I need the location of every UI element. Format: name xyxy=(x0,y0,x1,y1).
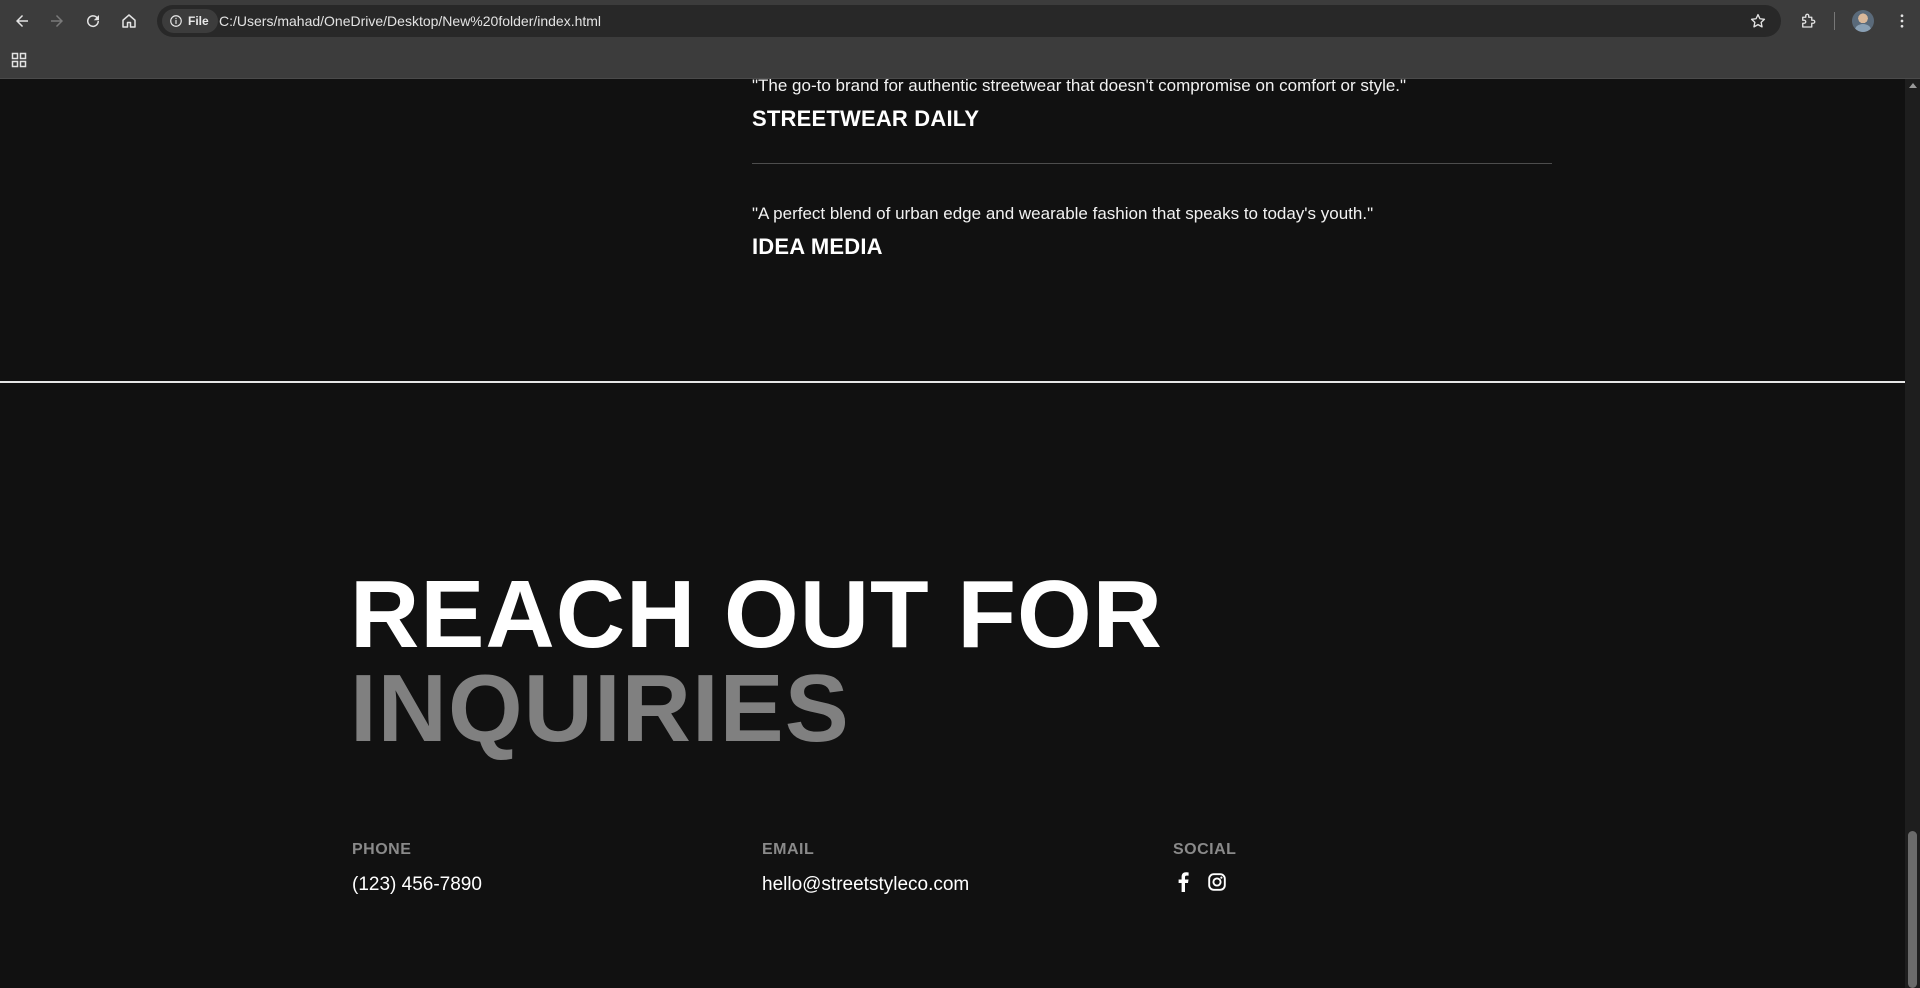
social-label: SOCIAL xyxy=(1173,841,1237,858)
arrow-right-icon xyxy=(51,15,63,27)
bookmark-star-button[interactable] xyxy=(1744,7,1772,35)
back-button[interactable] xyxy=(8,7,36,35)
testimonial-quote: "The go-to brand for authentic streetwea… xyxy=(752,79,1407,95)
site-chip-label: File xyxy=(188,14,209,28)
social-icons xyxy=(1173,871,1236,893)
contact-email: EMAIL hello@streetstyleco.com xyxy=(762,841,969,896)
profile-avatar[interactable] xyxy=(1852,10,1874,32)
reload-icon xyxy=(87,15,100,28)
info-icon xyxy=(170,15,182,27)
apps-grid-icon xyxy=(11,52,27,68)
scroll-up-arrow[interactable] xyxy=(1909,83,1917,88)
contact-social: SOCIAL xyxy=(1173,841,1236,893)
email-label: EMAIL xyxy=(762,841,815,858)
testimonial-item: "The go-to brand for authentic streetwea… xyxy=(752,79,1552,132)
address-bar[interactable]: File C:/Users/mahad/OneDrive/Desktop/New… xyxy=(157,5,1781,37)
page-viewport: "The go-to brand for authentic streetwea… xyxy=(0,79,1905,988)
home-button[interactable] xyxy=(115,7,143,35)
headline-line-primary: REACH OUT FOR xyxy=(350,561,1163,668)
testimonial-item: "A perfect blend of urban edge and weara… xyxy=(752,204,1552,260)
scrollbar-thumb[interactable] xyxy=(1908,831,1917,988)
home-icon xyxy=(122,14,136,28)
facebook-icon[interactable] xyxy=(1173,871,1193,893)
apps-button[interactable] xyxy=(8,49,30,71)
page-scrollbar[interactable] xyxy=(1905,79,1920,988)
toolbar-separator xyxy=(1834,12,1835,30)
extensions-button[interactable] xyxy=(1794,7,1822,35)
email-value[interactable]: hello@streetstyleco.com xyxy=(762,874,969,896)
forward-button[interactable] xyxy=(43,7,71,35)
arrow-left-icon xyxy=(16,15,28,27)
testimonial-quote: "A perfect blend of urban edge and weara… xyxy=(752,204,1374,223)
site-info-chip[interactable]: File xyxy=(162,9,218,33)
contact-headline: REACH OUT FOR INQUIRIES xyxy=(350,561,1163,762)
phone-label: PHONE xyxy=(352,841,412,858)
browser-toolbar: File C:/Users/mahad/OneDrive/Desktop/New… xyxy=(0,0,1920,42)
headline-line-secondary: INQUIRIES xyxy=(350,655,850,762)
bookmarks-bar xyxy=(0,42,1920,79)
more-vertical-icon xyxy=(1900,14,1904,28)
instagram-icon[interactable] xyxy=(1207,871,1227,893)
testimonial-divider xyxy=(752,163,1552,164)
contact-phone: PHONE (123) 456-7890 xyxy=(352,841,482,896)
browser-chrome: File C:/Users/mahad/OneDrive/Desktop/New… xyxy=(0,0,1920,79)
reload-button[interactable] xyxy=(79,7,107,35)
browser-menu-button[interactable] xyxy=(1888,7,1916,35)
star-icon xyxy=(1750,13,1766,28)
url-text[interactable]: C:/Users/mahad/OneDrive/Desktop/New%20fo… xyxy=(219,13,601,29)
testimonial-source: STREETWEAR DAILY xyxy=(752,106,980,131)
section-divider xyxy=(0,381,1905,383)
puzzle-icon xyxy=(1802,13,1816,28)
testimonial-source: IDEA MEDIA xyxy=(752,234,883,259)
phone-value[interactable]: (123) 456-7890 xyxy=(352,874,482,896)
